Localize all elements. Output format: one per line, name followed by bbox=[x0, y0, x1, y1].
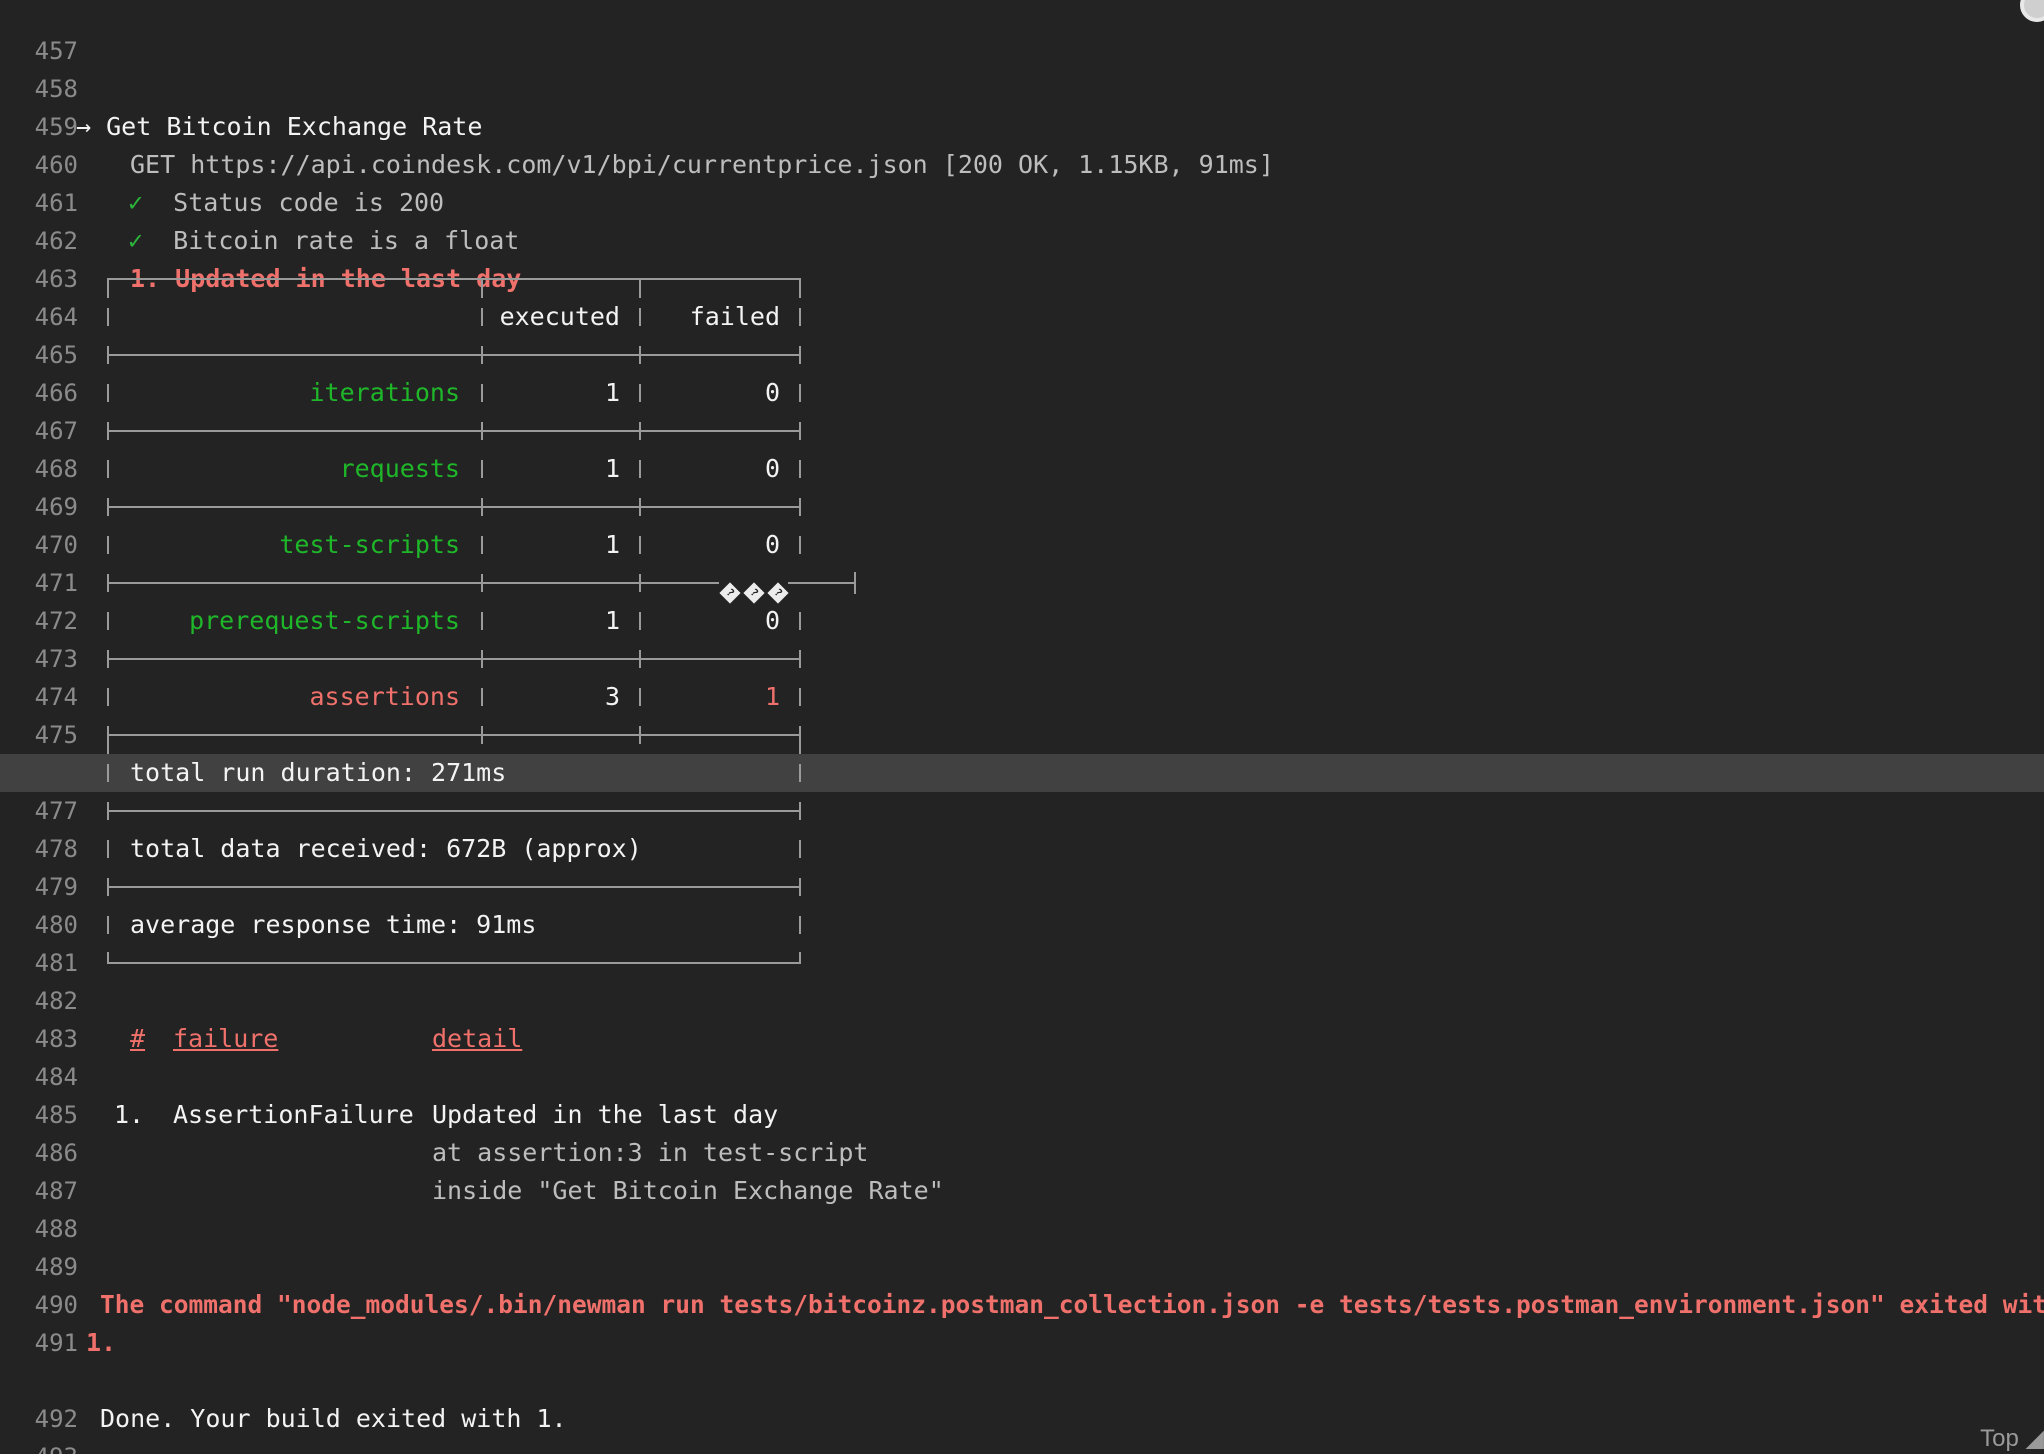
table-separator bbox=[0, 792, 2044, 830]
log-line-493: 493 Done. Your build exited with 1. bbox=[0, 1400, 2044, 1454]
table-separator bbox=[0, 640, 2044, 678]
failure-index: 1. bbox=[114, 1100, 145, 1129]
table-separator-garbled: ??? bbox=[0, 564, 2044, 604]
table-row: total run duration: 271ms bbox=[0, 754, 2044, 792]
log-line-484: 484 # failure detail bbox=[0, 1020, 2044, 1091]
log-line-492: 492 bbox=[0, 1362, 2044, 1433]
log-line-487: 487 at assertion:3 in test-script bbox=[0, 1134, 2044, 1205]
log-line-465: 465 executed failed bbox=[0, 298, 2044, 369]
table-row: iterations 1 0 bbox=[0, 374, 2044, 412]
log-line-489: 489 bbox=[0, 1210, 2044, 1281]
log-line-467: 467 iterations 1 0 bbox=[0, 374, 2044, 445]
log-line-480: 480 bbox=[0, 868, 2044, 939]
row-failed: 0 bbox=[764, 454, 780, 483]
row-failed: 0 bbox=[764, 606, 780, 635]
row-executed: 3 bbox=[604, 682, 620, 711]
arrow-up-icon: ◢ bbox=[2025, 1425, 2044, 1452]
table-row: test-scripts 1 0 bbox=[0, 526, 2044, 564]
table-row: assertions 3 1 bbox=[0, 678, 2044, 716]
log-line-482: 482 bbox=[0, 944, 2044, 1015]
log-line-463: 463 bbox=[0, 222, 2044, 293]
log-line-491: 491 The command "node_modules/.bin/newma… bbox=[0, 1286, 2044, 1362]
failure-type: AssertionFailure bbox=[173, 1100, 414, 1129]
log-line-490: 490 bbox=[0, 1248, 2044, 1319]
table-row: average response time: 91ms bbox=[0, 906, 2044, 944]
log-line-472: 472 ??? bbox=[0, 564, 2044, 635]
row-failed: 1 bbox=[764, 682, 780, 711]
log-line-475: 475 assertions 3 1 bbox=[0, 678, 2044, 749]
build-log: 457 458 → Get Bitcoin Exchange Rate 459 … bbox=[0, 0, 2044, 1454]
line-number[interactable]: 491 bbox=[0, 1324, 78, 1362]
failure-header-index: # bbox=[130, 1024, 146, 1053]
row-label: requests bbox=[339, 454, 460, 483]
log-line-468: 468 bbox=[0, 412, 2044, 483]
row-executed: 1 bbox=[604, 530, 620, 559]
average-response-time: average response time: 91ms bbox=[130, 910, 537, 939]
log-line-470: 470 bbox=[0, 488, 2044, 559]
failure-message: Updated in the last day bbox=[432, 1100, 779, 1129]
log-line-483: 483 bbox=[0, 982, 2044, 1053]
build-done-message: Done. Your build exited with 1. bbox=[100, 1404, 567, 1433]
log-line-476: 476 bbox=[0, 716, 2044, 787]
failure-context: inside "Get Bitcoin Exchange Rate" bbox=[432, 1176, 944, 1205]
table-row: prerequest-scripts 1 0 bbox=[0, 602, 2044, 640]
log-line-481: 481 average response time: 91ms bbox=[0, 906, 2044, 977]
log-line-458: 458 → Get Bitcoin Exchange Rate bbox=[0, 32, 2044, 141]
scroll-to-top-link[interactable]: Top ◢ bbox=[1980, 1424, 2044, 1454]
table-row: requests 1 0 bbox=[0, 450, 2044, 488]
log-line-457: 457 bbox=[0, 0, 2044, 65]
log-line-459: 459 GET https://api.coindesk.com/v1/bpi/… bbox=[0, 70, 2044, 179]
log-line-473: 473 prerequest-scripts 1 0 bbox=[0, 602, 2044, 673]
log-line-474: 474 bbox=[0, 640, 2044, 711]
command-exit-message: The command "node_modules/.bin/newman ru… bbox=[100, 1290, 2044, 1319]
table-border-top bbox=[0, 260, 2044, 298]
log-line-486: 486 1. AssertionFailure Updated in the l… bbox=[0, 1096, 2044, 1167]
log-line-485: 485 bbox=[0, 1058, 2044, 1129]
row-label: prerequest-scripts bbox=[189, 606, 460, 635]
failure-header-failure: failure bbox=[173, 1024, 279, 1053]
row-label: assertions bbox=[309, 682, 460, 711]
row-label: test-scripts bbox=[279, 530, 460, 559]
row-executed: 1 bbox=[604, 454, 620, 483]
table-separator bbox=[0, 868, 2044, 906]
header-executed: executed bbox=[499, 302, 620, 331]
log-line-478: 478 bbox=[0, 792, 2044, 863]
log-line-461: 461 ✓ Bitcoin rate is a float bbox=[0, 146, 2044, 255]
total-data-received: total data received: 672B (approx) bbox=[130, 834, 642, 863]
table-separator bbox=[0, 336, 2044, 374]
table-border-bottom bbox=[0, 944, 2044, 982]
table-header-row: executed failed bbox=[0, 298, 2044, 336]
table-separator bbox=[0, 716, 2044, 754]
row-label: iterations bbox=[309, 378, 460, 407]
log-line-471: 471 test-scripts 1 0 bbox=[0, 526, 2044, 597]
row-failed: 0 bbox=[764, 378, 780, 407]
table-row: total data received: 672B (approx) bbox=[0, 830, 2044, 868]
log-line-466: 466 bbox=[0, 336, 2044, 407]
log-line-488: 488 inside "Get Bitcoin Exchange Rate" bbox=[0, 1172, 2044, 1243]
row-executed: 1 bbox=[604, 378, 620, 407]
table-separator bbox=[0, 488, 2044, 526]
total-run-duration: total run duration: 271ms bbox=[130, 758, 507, 787]
line-number[interactable]: 493 bbox=[0, 1438, 78, 1454]
log-line-462: 462 1. Updated in the last day bbox=[0, 184, 2044, 293]
top-link-label: Top bbox=[1980, 1425, 2019, 1452]
log-line-479: 479 total data received: 672B (approx) bbox=[0, 830, 2044, 901]
row-executed: 1 bbox=[604, 606, 620, 635]
header-failed: failed bbox=[689, 302, 780, 331]
command-exit-code: 1. bbox=[86, 1328, 117, 1357]
log-line-477: 477 total run duration: 271ms bbox=[0, 754, 2044, 825]
failure-location: at assertion:3 in test-script bbox=[432, 1138, 869, 1167]
table-separator bbox=[0, 412, 2044, 450]
failure-header-detail: detail bbox=[432, 1024, 523, 1053]
log-line-460: 460 ✓ Status code is 200 bbox=[0, 108, 2044, 217]
row-failed: 0 bbox=[764, 530, 780, 559]
log-line-464: 464 bbox=[0, 260, 2044, 331]
log-line-469: 469 requests 1 0 bbox=[0, 450, 2044, 521]
